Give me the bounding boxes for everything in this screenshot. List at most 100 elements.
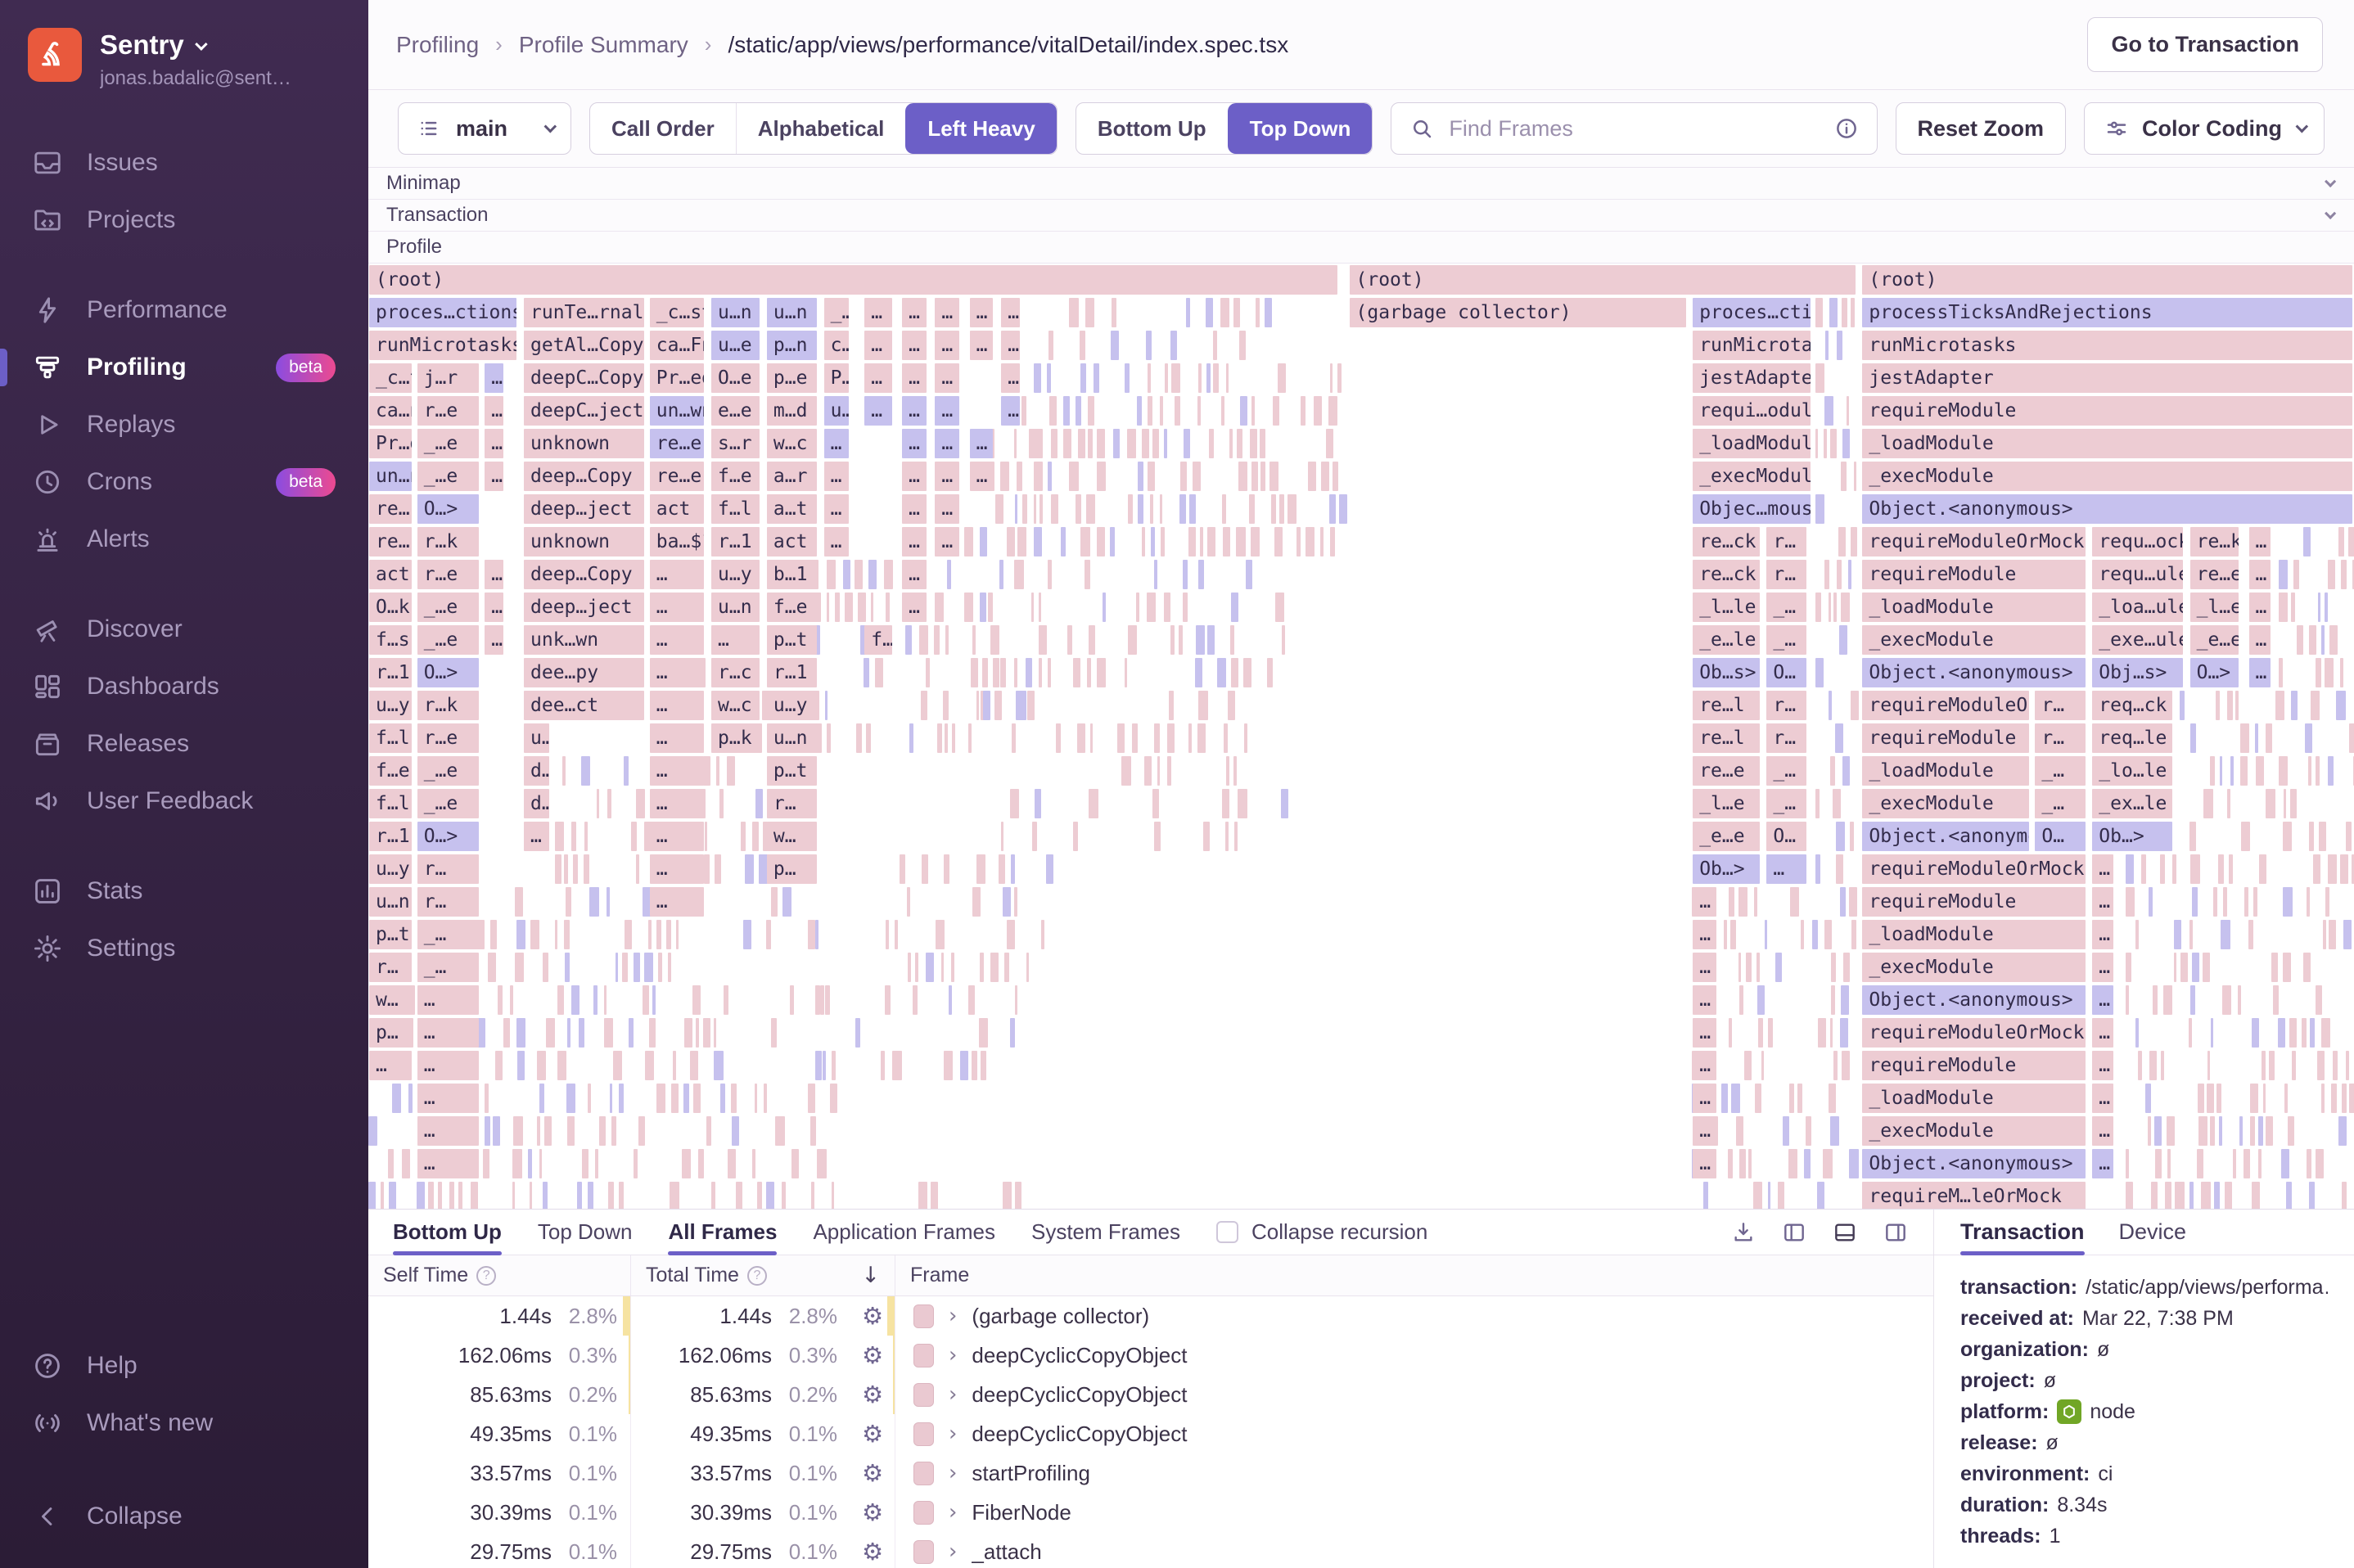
flame-frame-small[interactable] bbox=[1234, 822, 1238, 851]
flame-frame-small[interactable] bbox=[2269, 1051, 2275, 1080]
flame-frame-small[interactable] bbox=[1274, 527, 1283, 556]
flame-frame-small[interactable] bbox=[1851, 691, 1859, 720]
flame-frame[interactable]: _lo…le bbox=[2092, 756, 2172, 786]
flame-frame-small[interactable] bbox=[1103, 593, 1106, 622]
flame-frame-small[interactable] bbox=[1849, 1149, 1859, 1178]
flame-frame-small[interactable] bbox=[1154, 723, 1159, 753]
sidebar-item-profiling[interactable]: Profilingbeta bbox=[0, 339, 368, 396]
flame-frame-small[interactable] bbox=[2126, 1182, 2133, 1209]
flame-frame-small[interactable] bbox=[845, 593, 853, 622]
gear-icon[interactable]: ⚙ bbox=[850, 1498, 895, 1526]
flame-frame-small[interactable] bbox=[858, 593, 866, 622]
flame-frame[interactable]: f…l bbox=[369, 723, 412, 753]
flame-frame-small[interactable] bbox=[619, 1084, 624, 1113]
flame-frame[interactable]: _execModule bbox=[1862, 953, 2085, 982]
flame-frame[interactable]: … bbox=[2092, 854, 2113, 884]
flame-frame-small[interactable] bbox=[1209, 429, 1214, 458]
flame-frame-small[interactable] bbox=[495, 1051, 503, 1080]
view-bottom-up[interactable]: Bottom Up bbox=[1076, 103, 1228, 154]
flame-frame[interactable]: … bbox=[864, 298, 892, 327]
flame-frame-small[interactable] bbox=[2283, 953, 2291, 982]
flame-frame-small[interactable] bbox=[968, 985, 974, 1015]
flame-frame[interactable]: u…n bbox=[767, 723, 817, 753]
flame-frame-small[interactable] bbox=[1739, 985, 1743, 1015]
flame-frame[interactable]: Object.<anonymous> bbox=[1862, 985, 2085, 1015]
flame-frame-small[interactable] bbox=[2328, 756, 2334, 786]
flame-frame[interactable]: _… bbox=[1766, 756, 1806, 786]
flame-frame-small[interactable] bbox=[1073, 658, 1080, 687]
flame-frame-small[interactable] bbox=[1110, 527, 1115, 556]
flame-frame-small[interactable] bbox=[716, 756, 719, 786]
flame-frame-small[interactable] bbox=[2349, 1084, 2354, 1113]
flame-frame-small[interactable] bbox=[1753, 1182, 1762, 1209]
flame-frame[interactable]: … bbox=[935, 494, 959, 524]
flame-frame[interactable]: r… bbox=[1766, 723, 1806, 753]
flame-frame-small[interactable] bbox=[1067, 625, 1072, 655]
flame-frame[interactable]: _…e bbox=[417, 429, 480, 458]
flame-frame-small[interactable] bbox=[706, 1116, 711, 1146]
flame-frame[interactable]: j…r bbox=[417, 363, 480, 393]
flame-frame-small[interactable] bbox=[530, 920, 539, 949]
flame-frame-small[interactable] bbox=[1223, 527, 1230, 556]
flame-frame-small[interactable] bbox=[1829, 1084, 1837, 1113]
flame-frame-small[interactable] bbox=[634, 953, 640, 982]
flame-frame-small[interactable] bbox=[1329, 494, 1336, 524]
flame-frame-small[interactable] bbox=[1275, 593, 1284, 622]
flame-frame-small[interactable] bbox=[631, 822, 637, 851]
flame-frame[interactable]: w…c bbox=[767, 429, 817, 458]
flame-frame[interactable]: u…y bbox=[767, 691, 817, 720]
flame-frame[interactable]: … bbox=[935, 396, 959, 426]
flame-frame[interactable]: _execModule bbox=[1862, 1116, 2085, 1146]
flame-frame-small[interactable] bbox=[684, 1018, 693, 1048]
flame-frame-small[interactable] bbox=[1198, 560, 1205, 589]
flame-frame-small[interactable] bbox=[752, 822, 759, 851]
flame-frame-small[interactable] bbox=[1812, 920, 1819, 949]
flame-frame-small[interactable] bbox=[544, 1116, 552, 1146]
flame-frame-small[interactable] bbox=[2253, 887, 2257, 917]
flame-frame[interactable]: f…l bbox=[864, 625, 892, 655]
flame-frame-small[interactable] bbox=[1724, 920, 1727, 949]
flame-frame-small[interactable] bbox=[1788, 1149, 1797, 1178]
flame-frame[interactable]: u…n bbox=[711, 593, 760, 622]
flame-frame-small[interactable] bbox=[1815, 494, 1824, 524]
flame-frame[interactable]: requireM…leOrMock bbox=[1862, 1182, 2085, 1209]
flame-frame[interactable]: _ex…le bbox=[2092, 789, 2172, 818]
flame-frame-small[interactable] bbox=[811, 1182, 814, 1209]
flame-frame-small[interactable] bbox=[755, 789, 763, 818]
flame-frame-small[interactable] bbox=[1287, 494, 1297, 524]
flame-frame-small[interactable] bbox=[1125, 658, 1127, 687]
flame-frame[interactable]: w…c bbox=[711, 691, 760, 720]
flame-frame-small[interactable] bbox=[1184, 429, 1190, 458]
flame-frame-small[interactable] bbox=[402, 1149, 410, 1178]
flame-frame-small[interactable] bbox=[2273, 985, 2279, 1015]
flame-frame-small[interactable] bbox=[648, 920, 652, 949]
flame-frame-small[interactable] bbox=[2328, 854, 2337, 884]
flame-frame-small[interactable] bbox=[2262, 1051, 2266, 1080]
flame-frame-small[interactable] bbox=[741, 822, 746, 851]
flame-frame-small[interactable] bbox=[1188, 527, 1195, 556]
flame-frame[interactable]: … bbox=[970, 429, 993, 458]
flame-frame-small[interactable] bbox=[1230, 625, 1234, 655]
flame-frame-small[interactable] bbox=[2250, 1084, 2257, 1113]
flame-frame-small[interactable] bbox=[1088, 396, 1094, 426]
flame-frame[interactable]: … bbox=[902, 331, 927, 360]
flame-frame[interactable]: Ob…s> bbox=[1693, 658, 1759, 687]
flame-frame[interactable]: … bbox=[2249, 625, 2271, 655]
flame-frame-small[interactable] bbox=[1026, 953, 1030, 982]
flame-frame-small[interactable] bbox=[817, 1149, 827, 1178]
flame-frame[interactable]: requireModuleOrMock bbox=[1862, 1018, 2085, 1048]
flame-frame-small[interactable] bbox=[1308, 462, 1317, 491]
sidebar-item-whats-new[interactable]: What's new bbox=[0, 1395, 368, 1452]
flame-frame-small[interactable] bbox=[968, 723, 972, 753]
flame-frame-small[interactable] bbox=[2284, 789, 2286, 818]
flame-frame-small[interactable] bbox=[843, 560, 851, 589]
flame-frame-small[interactable] bbox=[682, 1149, 691, 1178]
flame-frame[interactable]: … bbox=[485, 625, 503, 655]
flame-frame-small[interactable] bbox=[2141, 854, 2146, 884]
flame-frame-small[interactable] bbox=[1271, 494, 1275, 524]
flame-frame[interactable]: … bbox=[485, 560, 503, 589]
flame-frame-small[interactable] bbox=[597, 789, 600, 818]
flame-frame-small[interactable] bbox=[1026, 658, 1032, 687]
flame-frame[interactable]: _… bbox=[2035, 789, 2085, 818]
flame-frame[interactable]: re…l bbox=[1693, 723, 1759, 753]
